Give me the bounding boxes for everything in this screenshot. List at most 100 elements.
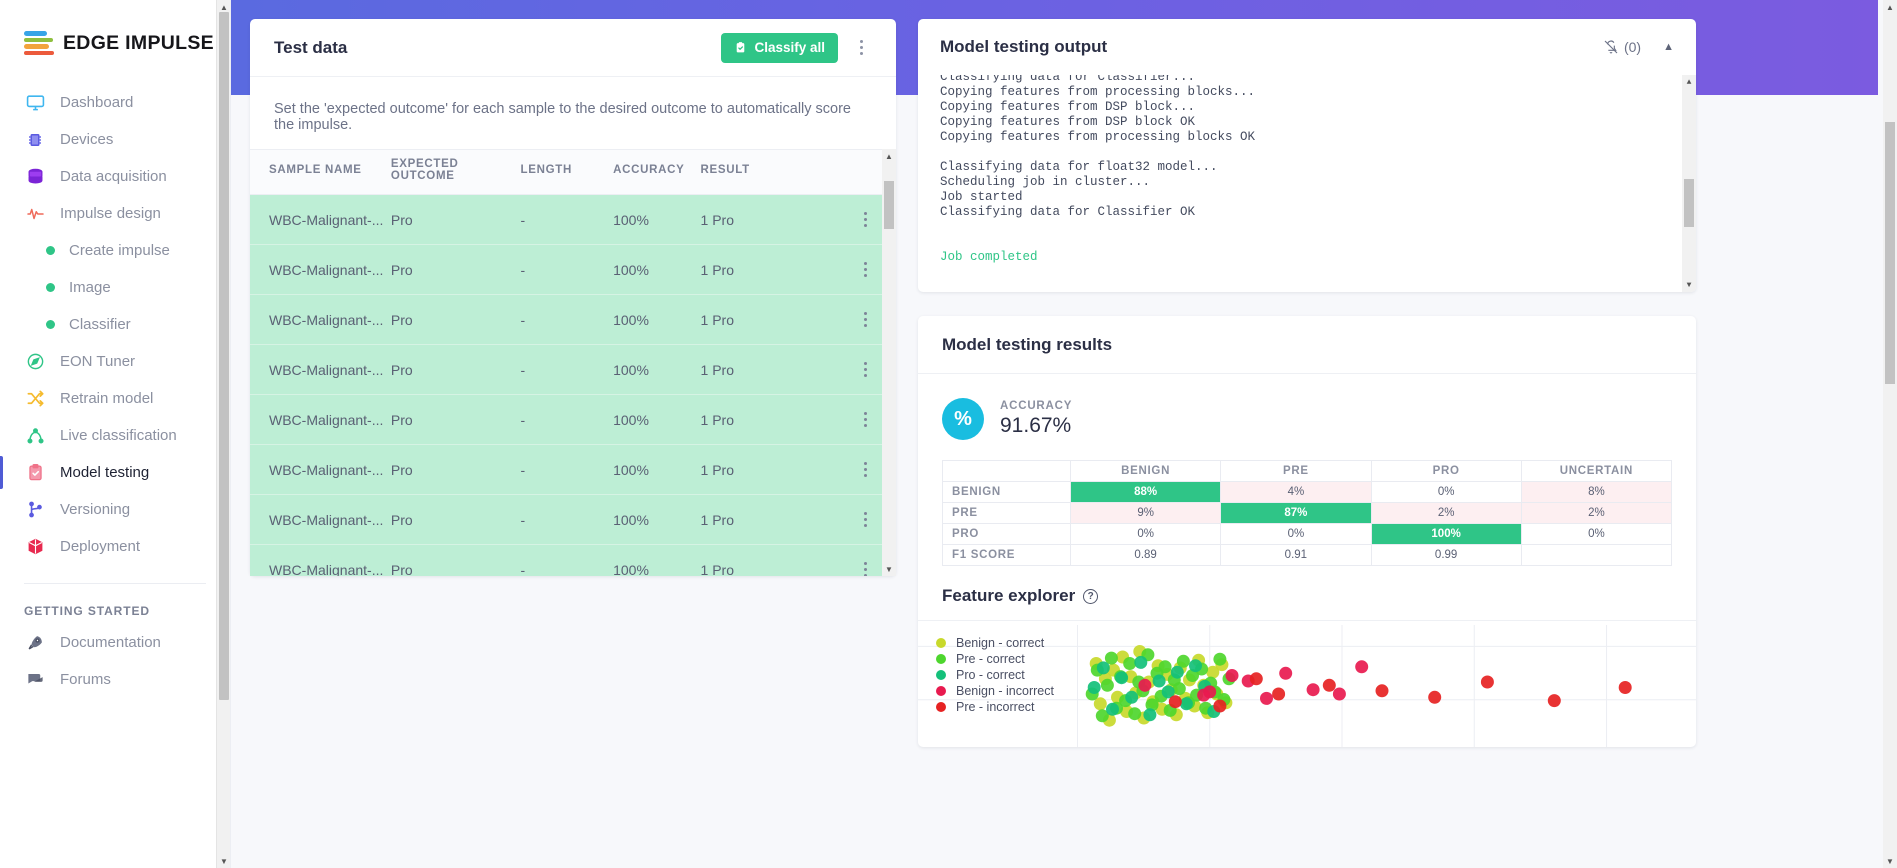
scrollbar-thumb[interactable] [219,12,229,700]
data-point[interactable] [1106,702,1119,716]
table-row[interactable]: WBC-Malignant-... Pro -100% 1 Pro [250,444,896,495]
brand-logo[interactable]: EDGE IMPULSE [0,0,230,62]
sidebar-item-forums[interactable]: Forums [0,661,230,698]
data-point[interactable] [1123,657,1137,670]
sidebar-item-image[interactable]: Image [0,269,230,306]
data-point[interactable] [1203,685,1217,699]
data-point[interactable] [1225,669,1239,682]
feature-explorer-plot[interactable]: Benign - correct Pre - correct Pro - corre… [918,620,1696,747]
data-point[interactable] [1152,674,1166,688]
sidebar-item-model-testing[interactable]: Model testing [0,454,230,491]
data-point[interactable] [1087,681,1101,694]
legend-item[interactable]: Pro - correct [936,667,1054,683]
scroll-down-icon[interactable]: ▼ [1682,278,1696,292]
table-row[interactable]: WBC-Malignant-... Pro -100% 1 Pro [250,294,896,345]
data-point[interactable] [1480,675,1494,689]
sidebar-item-dashboard[interactable]: Dashboard [0,84,230,121]
scroll-down-icon[interactable]: ▼ [1883,854,1897,868]
data-point[interactable] [1115,671,1129,685]
table-row[interactable]: WBC-Malignant-... Pro -100% 1 Pro [250,344,896,395]
data-point[interactable] [1168,695,1182,709]
cell-sample-name: WBC-Malignant-... [250,294,391,345]
cell-accuracy: 100% [613,344,701,395]
table-row[interactable]: WBC-Malignant-... Pro -100% 1 Pro [250,194,896,245]
data-point[interactable] [1189,659,1202,673]
data-point[interactable] [1322,678,1336,692]
legend-item[interactable]: Pre - correct [936,651,1054,667]
cell-accuracy: 100% [613,444,701,495]
console-line: Copying features from DSP block... [940,100,1196,114]
data-point[interactable] [1260,691,1273,705]
scrollbar-thumb[interactable] [1684,179,1694,227]
data-point[interactable] [1547,694,1561,708]
test-data-scrollbar[interactable]: ▲ ▼ [882,149,896,576]
classify-all-button[interactable]: Classify all [721,32,838,63]
data-point[interactable] [1172,682,1186,696]
cell-length: - [520,394,614,445]
data-point[interactable] [1096,661,1110,675]
data-point[interactable] [1179,697,1193,711]
data-point[interactable] [1618,681,1632,694]
data-point[interactable] [1213,652,1227,666]
legend-item[interactable]: Pre - incorrect [936,699,1054,715]
matrix-cell [1520,544,1673,566]
sidebar-item-classifier[interactable]: Classifier [0,306,230,343]
mute-notifications-button[interactable]: (0) [1603,39,1641,55]
scrollbar-thumb[interactable] [1885,122,1895,384]
data-point[interactable] [1428,690,1442,704]
sidebar-item-live-classification[interactable]: Live classification [0,417,230,454]
data-point[interactable] [1128,707,1142,721]
scroll-up-icon[interactable]: ▲ [1883,0,1897,14]
data-point[interactable] [1143,708,1157,722]
sidebar-item-documentation[interactable]: Documentation [0,624,230,661]
table-row[interactable]: WBC-Malignant-... Pro -100% 1 Pro [250,394,896,445]
scroll-up-icon[interactable]: ▲ [882,149,896,163]
data-point[interactable] [1279,666,1293,680]
matrix-header: BENIGN PRE PRO UNCERTAIN [942,460,1673,482]
output-console[interactable]: Classifying data for Classifier... Copyin… [918,75,1696,292]
sidebar-item-devices[interactable]: Devices [0,121,230,158]
sidebar-item-versioning[interactable]: Versioning [0,491,230,528]
data-point[interactable] [1306,683,1320,697]
data-point[interactable] [1355,660,1369,674]
sidebar-item-eon-tuner[interactable]: EON Tuner [0,343,230,380]
data-point[interactable] [1249,672,1263,686]
test-data-menu-button[interactable] [850,35,872,61]
table-row[interactable]: WBC-Malignant-... Pro -100% 1 Pro [250,244,896,295]
data-point[interactable] [1375,684,1389,698]
matrix-cell: 0% [1069,523,1222,545]
question-circle-icon[interactable]: ? [1083,588,1099,604]
scroll-down-icon[interactable]: ▼ [882,562,896,576]
data-point[interactable] [1272,687,1286,701]
scroll-down-icon[interactable]: ▼ [217,854,230,868]
results-header: Model testing results [918,316,1696,374]
sidebar-item-retrain-model[interactable]: Retrain model [0,380,230,417]
data-point[interactable] [1176,654,1190,668]
scroll-up-icon[interactable]: ▲ [1682,75,1696,89]
table-row[interactable]: WBC-Malignant-... Pro -100% 1 Pro [250,494,896,545]
collapse-output-button[interactable]: ▲ [1663,41,1674,53]
sidebar-item-data-acquisition[interactable]: Data acquisition [0,158,230,195]
data-point[interactable] [1138,678,1152,692]
console-scrollbar[interactable]: ▲ ▼ [1682,75,1696,292]
table-row[interactable]: WBC-Malignant-... Pro -100% 1 Pro [250,544,896,576]
main-scrollbar[interactable]: ▲ ▼ [1883,0,1897,868]
test-data-table: SAMPLE NAME EXPECTED OUTCOME LENGTH ACCU… [250,149,896,576]
data-point[interactable] [1213,699,1227,713]
data-point[interactable] [1332,687,1346,701]
legend-item[interactable]: Benign - incorrect [936,683,1054,699]
scrollbar-thumb[interactable] [884,181,894,229]
data-point[interactable] [1134,655,1148,669]
sidebar-item-impulse-design[interactable]: Impulse design [0,195,230,232]
data-point[interactable] [1125,690,1139,704]
sidebar-scrollbar[interactable]: ▲ ▼ [216,0,230,868]
data-point[interactable] [1170,665,1184,679]
sidebar-item-create-impulse[interactable]: Create impulse [0,232,230,269]
classify-all-label: Classify all [754,40,825,55]
legend-item[interactable]: Benign - correct [936,635,1054,651]
console-line: Classifying data for Classifier OK [940,205,1196,219]
data-point[interactable] [1158,660,1172,674]
data-point[interactable] [1100,678,1114,692]
sidebar-item-deployment[interactable]: Deployment [0,528,230,565]
matrix-cell: 0.99 [1370,544,1522,566]
